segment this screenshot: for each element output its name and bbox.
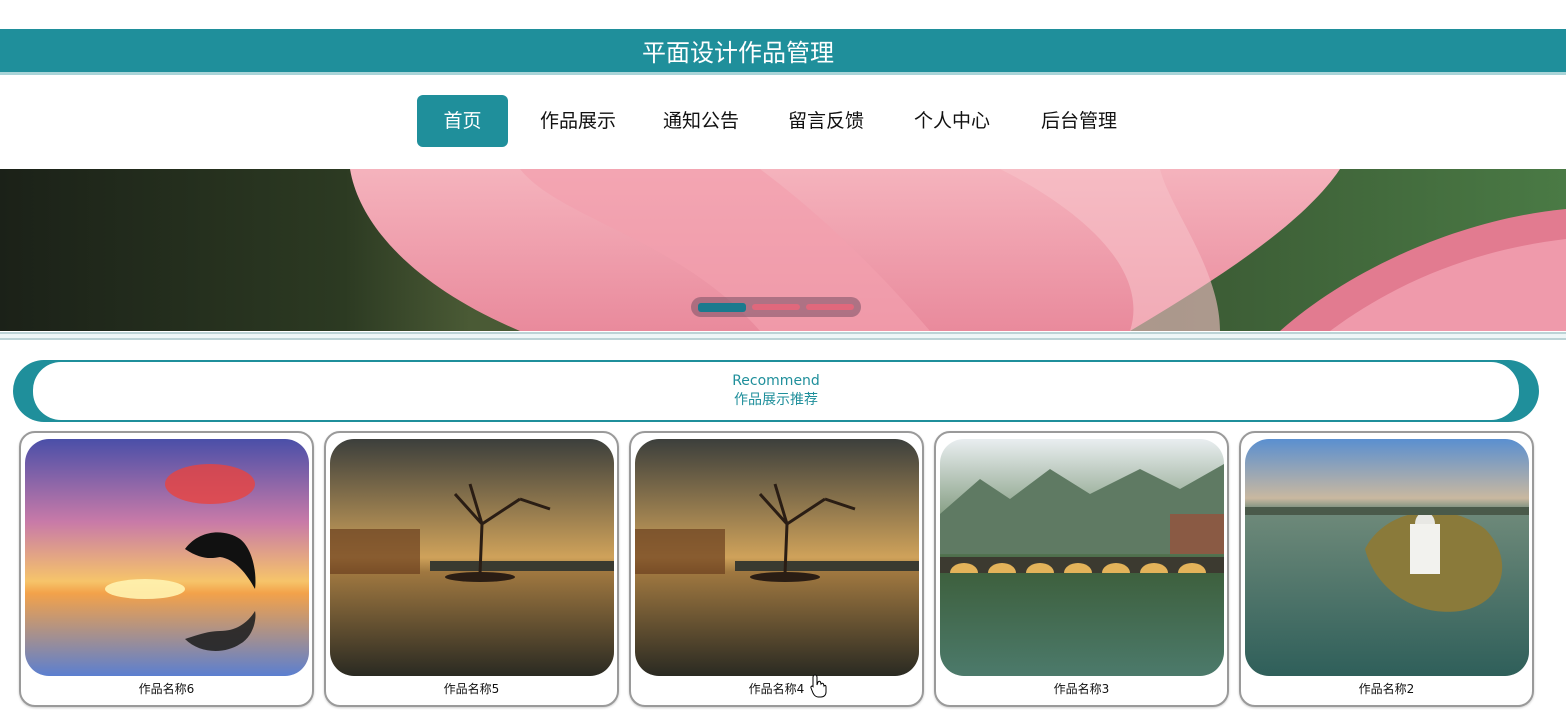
nav-item-profile[interactable]: 个人中心	[898, 95, 1006, 147]
work-image-stone-bridge-river[interactable]	[940, 439, 1224, 676]
work-image-lone-tree-lake[interactable]	[635, 439, 919, 676]
work-name[interactable]: 作品名称6	[21, 680, 312, 697]
work-card[interactable]: 作品名称2	[1239, 431, 1534, 707]
nav-item-notices[interactable]: 通知公告	[648, 95, 754, 147]
work-card[interactable]: 作品名称4	[629, 431, 924, 707]
hand-cursor-icon	[810, 674, 827, 698]
work-card[interactable]: 作品名称3	[934, 431, 1229, 707]
carousel-indicators	[691, 297, 861, 317]
work-name[interactable]: 作品名称3	[936, 680, 1227, 697]
nav-item-works[interactable]: 作品展示	[508, 95, 648, 147]
title-bar: 平面设计作品管理	[0, 29, 1566, 75]
carousel-dot-3[interactable]	[806, 304, 854, 310]
main-nav: 首页 作品展示 通知公告 留言反馈 个人中心 后台管理	[417, 95, 1152, 147]
site-title: 平面设计作品管理	[642, 39, 834, 67]
work-card[interactable]: 作品名称5	[324, 431, 619, 707]
nav-item-admin[interactable]: 后台管理	[1006, 95, 1152, 147]
work-name[interactable]: 作品名称5	[326, 680, 617, 697]
banner-divider	[0, 332, 1566, 340]
recommend-section-header: Recommend 作品展示推荐	[13, 360, 1539, 422]
work-name[interactable]: 作品名称4	[631, 680, 922, 697]
nav-item-feedback[interactable]: 留言反馈	[754, 95, 898, 147]
recommend-title-box: Recommend 作品展示推荐	[33, 362, 1519, 420]
work-card[interactable]: 作品名称6	[19, 431, 314, 707]
work-name[interactable]: 作品名称2	[1241, 680, 1532, 697]
carousel-dot-1[interactable]	[698, 302, 746, 312]
carousel-dot-2[interactable]	[752, 304, 800, 310]
recommend-title-cn: 作品展示推荐	[734, 392, 818, 408]
work-image-lake-island-castle[interactable]	[1245, 439, 1529, 676]
work-image-dolphin-sunset[interactable]	[25, 439, 309, 676]
recommend-title-en: Recommend	[732, 373, 820, 389]
work-image-lone-tree-lake[interactable]	[330, 439, 614, 676]
nav-item-home[interactable]: 首页	[417, 95, 508, 147]
works-grid: 作品名称6 作品名称5 作品名称4 作品名称3 作品名称2	[19, 431, 1534, 707]
